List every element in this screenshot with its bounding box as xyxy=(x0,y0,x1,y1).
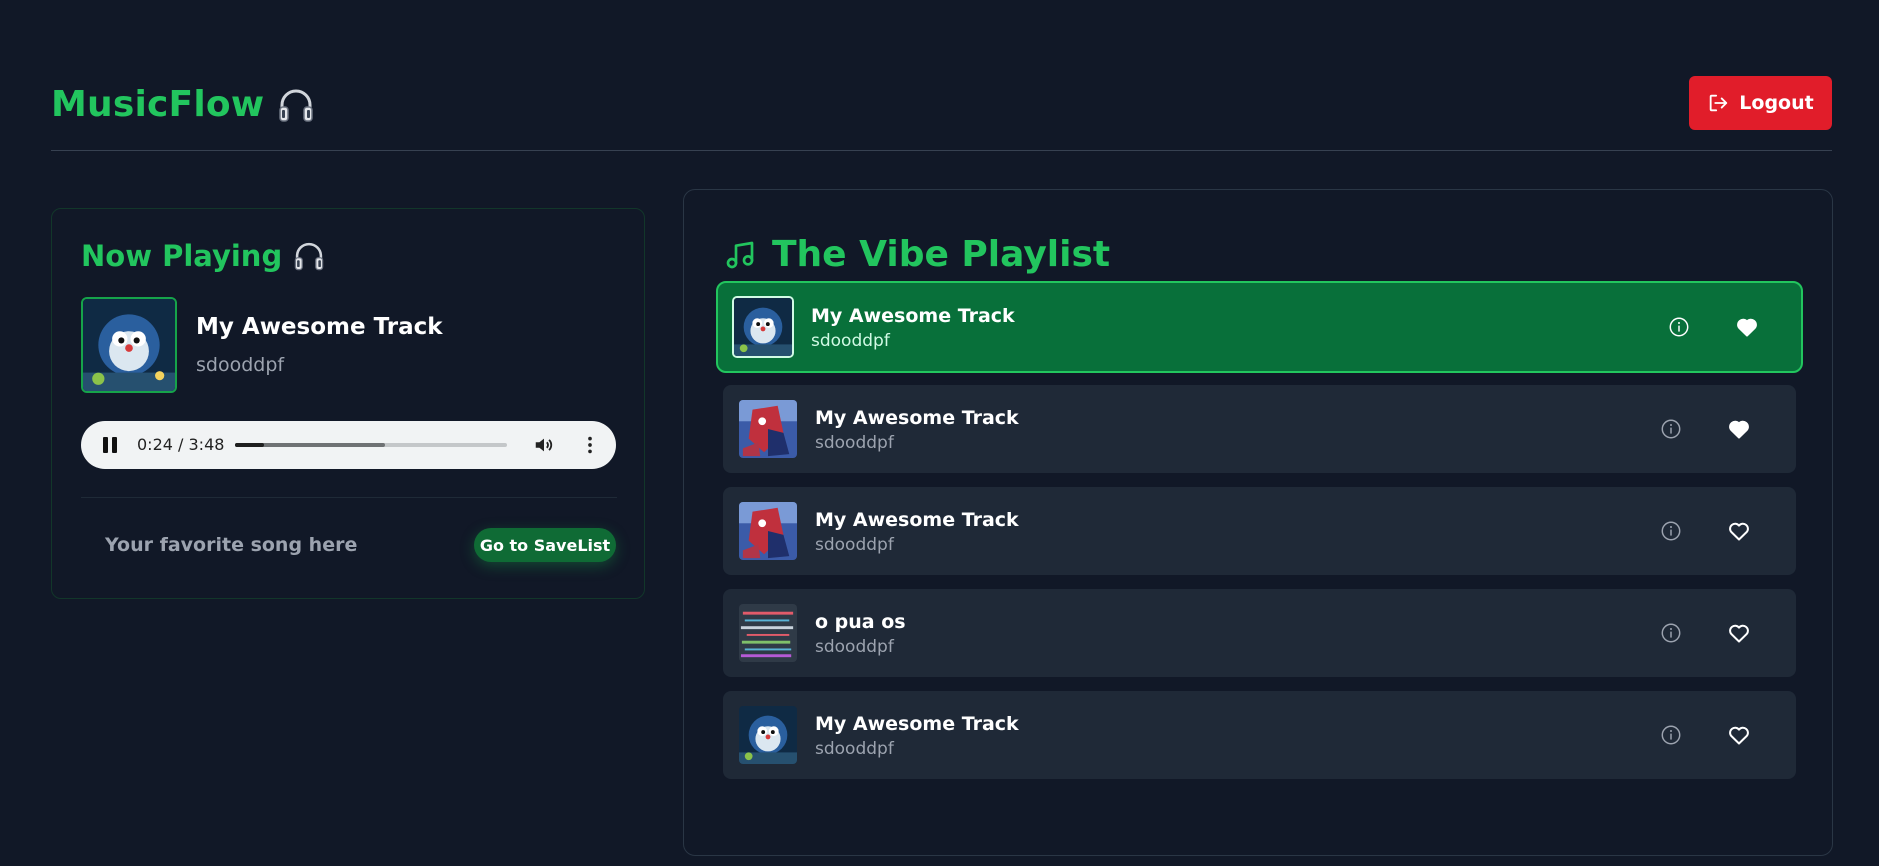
heart-filled-icon[interactable] xyxy=(1727,417,1751,441)
volume-icon[interactable] xyxy=(533,434,555,456)
track-title: My Awesome Track xyxy=(815,509,1019,531)
audio-player: 0:24 / 3:48 xyxy=(81,421,616,469)
headphones-icon xyxy=(279,89,314,122)
playlist-heading: The Vibe Playlist xyxy=(724,234,1110,275)
track-title: o pua os xyxy=(815,611,906,633)
pause-icon xyxy=(103,437,108,453)
track-artist: sdooddpf xyxy=(815,433,894,453)
pause-button[interactable] xyxy=(103,437,119,453)
track-cover xyxy=(739,604,797,662)
album-cover-image xyxy=(83,299,175,391)
seek-bar[interactable] xyxy=(235,443,507,447)
album-cover-image xyxy=(739,706,797,764)
now-playing-artist: sdooddpf xyxy=(196,354,285,376)
track-cover xyxy=(739,400,797,458)
now-playing-song: My Awesome Track xyxy=(196,314,443,340)
app-header: MusicFlow Logout xyxy=(51,76,1832,151)
track-title: My Awesome Track xyxy=(815,713,1019,735)
now-playing-title: Now Playing xyxy=(81,239,283,273)
player-time: 0:24 / 3:48 xyxy=(137,435,225,454)
go-to-savelist-button[interactable]: Go to SaveList xyxy=(474,528,616,562)
track-cover xyxy=(739,502,797,560)
album-cover-image xyxy=(739,400,797,458)
heart-filled-icon[interactable] xyxy=(1735,315,1759,339)
track-artist: sdooddpf xyxy=(815,739,894,759)
playlist-title: The Vibe Playlist xyxy=(772,234,1111,275)
more-options-icon[interactable] xyxy=(579,434,601,456)
headphones-icon xyxy=(294,242,324,271)
music-note-icon xyxy=(726,241,754,268)
info-icon[interactable] xyxy=(1660,520,1682,542)
track-row[interactable]: My Awesome Track sdooddpf xyxy=(723,487,1796,575)
track-row[interactable]: My Awesome Track sdooddpf xyxy=(723,385,1796,473)
now-playing-card: Now Playing My Awesome Track sdooddpf 0:… xyxy=(51,208,645,599)
info-icon[interactable] xyxy=(1668,316,1690,338)
album-cover-image xyxy=(734,298,792,356)
heart-outline-icon[interactable] xyxy=(1727,621,1751,645)
heart-outline-icon[interactable] xyxy=(1727,519,1751,543)
brand-name: MusicFlow xyxy=(51,84,265,125)
now-playing-heading: Now Playing xyxy=(81,239,326,273)
app-root: MusicFlow Logout Now Playing My Awesome … xyxy=(0,0,1879,866)
album-cover-image xyxy=(739,604,797,662)
track-row[interactable]: My Awesome Track sdooddpf xyxy=(716,281,1803,373)
info-icon[interactable] xyxy=(1660,418,1682,440)
favorite-text: Your favorite song here xyxy=(105,534,358,556)
track-cover xyxy=(739,706,797,764)
played-bar xyxy=(235,443,264,447)
track-row[interactable]: My Awesome Track sdooddpf xyxy=(723,691,1796,779)
track-artist: sdooddpf xyxy=(811,331,890,351)
playlist-card: The Vibe Playlist My Awesome Track sdoodd… xyxy=(683,189,1833,856)
logout-button[interactable]: Logout xyxy=(1689,76,1832,130)
sign-out-icon xyxy=(1710,94,1728,112)
brand: MusicFlow xyxy=(51,84,316,125)
track-artist: sdooddpf xyxy=(815,637,894,657)
track-cover xyxy=(732,296,794,358)
now-playing-cover xyxy=(81,297,177,393)
track-row[interactable]: o pua os sdooddpf xyxy=(723,589,1796,677)
info-icon[interactable] xyxy=(1660,724,1682,746)
logout-label: Logout xyxy=(1739,92,1814,114)
track-title: My Awesome Track xyxy=(815,407,1019,429)
track-title: My Awesome Track xyxy=(811,305,1015,327)
heart-outline-icon[interactable] xyxy=(1727,723,1751,747)
divider xyxy=(81,497,617,498)
album-cover-image xyxy=(739,502,797,560)
track-artist: sdooddpf xyxy=(815,535,894,555)
info-icon[interactable] xyxy=(1660,622,1682,644)
